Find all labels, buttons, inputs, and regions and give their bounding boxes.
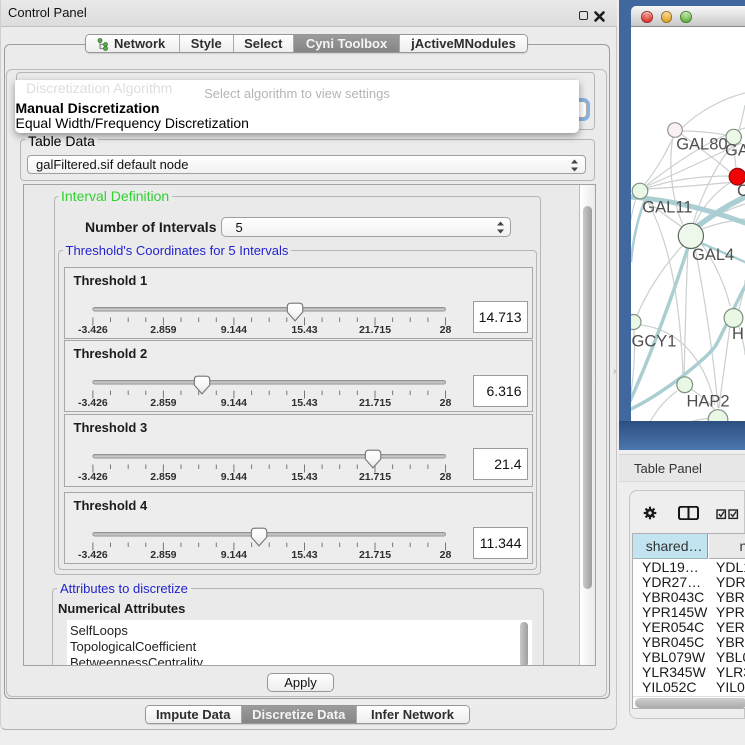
svg-text:2.859: 2.859 <box>150 397 176 409</box>
svg-text:21.715: 21.715 <box>358 324 390 336</box>
svg-text:9.144: 9.144 <box>220 549 246 561</box>
svg-text:21.715: 21.715 <box>358 397 390 409</box>
svg-text:-3.426: -3.426 <box>78 397 108 409</box>
svg-text:15.43: 15.43 <box>291 471 317 483</box>
svg-text:28: 28 <box>439 397 451 409</box>
svg-text:HAP2: HAP2 <box>687 392 730 410</box>
svg-text:2.859: 2.859 <box>150 549 176 561</box>
svg-text:GAL4: GAL4 <box>692 246 734 264</box>
svg-text:2.859: 2.859 <box>150 324 176 336</box>
svg-text:GAL80: GAL80 <box>676 135 727 153</box>
svg-text:15.43: 15.43 <box>291 397 317 409</box>
svg-text:28: 28 <box>439 471 451 483</box>
svg-text:HI: HI <box>732 325 745 343</box>
svg-text:21.715: 21.715 <box>358 471 390 483</box>
svg-text:21.715: 21.715 <box>358 549 390 561</box>
svg-text:GAL11: GAL11 <box>642 199 692 217</box>
svg-text:-3.426: -3.426 <box>78 324 108 336</box>
svg-text:28: 28 <box>439 549 451 561</box>
svg-text:CDC: CDC <box>737 182 745 200</box>
svg-text:15.43: 15.43 <box>291 549 317 561</box>
svg-text:9.144: 9.144 <box>220 471 246 483</box>
svg-text:-3.426: -3.426 <box>78 549 108 561</box>
svg-text:2.859: 2.859 <box>150 471 176 483</box>
svg-text:GCY1: GCY1 <box>632 333 677 351</box>
svg-text:28: 28 <box>439 324 451 336</box>
svg-text:-3.426: -3.426 <box>78 471 108 483</box>
svg-text:GAL2: GAL2 <box>725 142 745 160</box>
svg-text:15.43: 15.43 <box>291 324 317 336</box>
svg-text:9.144: 9.144 <box>220 324 246 336</box>
svg-text:9.144: 9.144 <box>220 397 246 409</box>
